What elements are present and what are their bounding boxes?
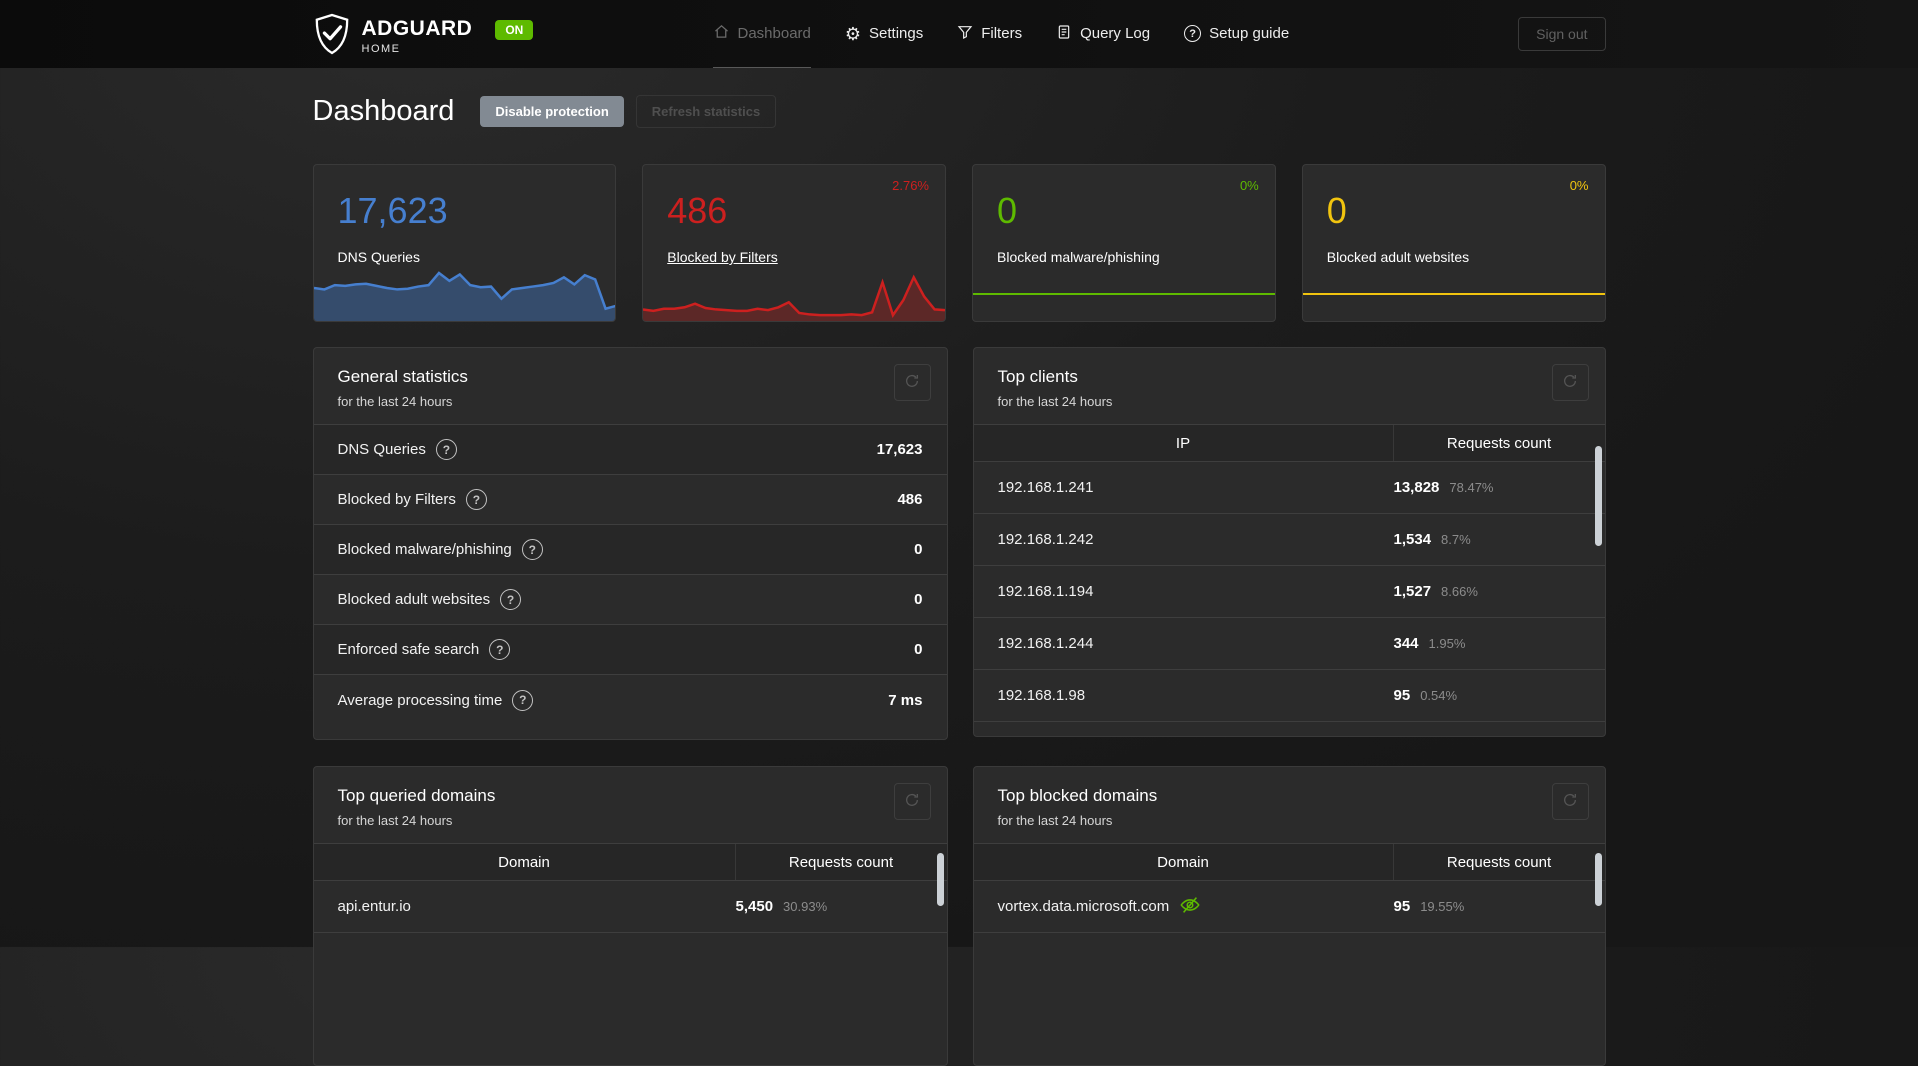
help-icon[interactable] (465, 489, 487, 510)
refresh-button[interactable] (893, 783, 931, 820)
dns-queries-label: DNS Queries (337, 249, 420, 265)
stat-row: Blocked malware/phishing 0 (313, 525, 947, 575)
help-icon[interactable] (512, 689, 534, 711)
eye-off-icon (1179, 894, 1201, 920)
nav-item-dashboard[interactable]: Dashboard (712, 0, 811, 68)
page-title: Dashboard (312, 95, 455, 127)
nav-item-query-log[interactable]: Query Log (1056, 0, 1150, 68)
stat-cards-row: 17,623 DNS Queries 2.76% 486 Blocked by … (312, 164, 1606, 322)
top-queried-domains-title: Top queried domains (337, 786, 496, 805)
blocked-malware-percent: 0% (1239, 178, 1259, 193)
main-nav: Dashboard ⚙ Settings Filters Query Log ?… (712, 0, 1289, 68)
scrollbar-thumb[interactable] (1594, 853, 1602, 906)
dns-queries-value: 17,623 (337, 190, 448, 231)
blocked-filters-link[interactable]: Blocked by Filters (667, 249, 777, 265)
blocked-adult-value: 0 (1326, 190, 1347, 231)
brand-subtitle: HOME (361, 43, 401, 55)
stat-row: DNS Queries 17,623 (313, 425, 947, 475)
top-queried-domains-panel: Top queried domains for the last 24 hour… (312, 766, 948, 1066)
dns-queries-card: 17,623 DNS Queries (312, 164, 617, 322)
table-row: vortex.data.microsoft.com 95 19.55% (973, 881, 1605, 933)
help-icon[interactable] (500, 589, 522, 610)
help-icon[interactable] (521, 539, 543, 560)
nav-item-filters[interactable]: Filters (957, 0, 1022, 68)
help-icon[interactable] (435, 439, 457, 460)
blocked-adult-label: Blocked adult websites (1326, 249, 1470, 265)
blocked-adult-percent: 0% (1569, 178, 1589, 193)
general-statistics-subtitle: for the last 24 hours (337, 394, 453, 409)
gear-icon: ⚙ (844, 23, 862, 44)
dashboard-page: Dashboard Disable protection Refresh sta… (312, 95, 1606, 1066)
disable-protection-button[interactable]: Disable protection (480, 96, 624, 127)
refresh-icon (1562, 373, 1578, 392)
refresh-icon (1562, 792, 1578, 811)
question-icon (1184, 25, 1202, 42)
shield-check-logo-icon (313, 13, 351, 55)
dns-queries-sparkline (313, 265, 616, 321)
funnel-icon (957, 24, 973, 44)
help-icon[interactable] (489, 639, 511, 660)
top-blocked-domains-panel: Top blocked domains for the last 24 hour… (972, 766, 1606, 1066)
stat-row: Blocked adult websites 0 (313, 575, 947, 625)
blocked-malware-value: 0 (997, 190, 1018, 231)
scrollbar-thumb[interactable] (1594, 446, 1602, 546)
general-statistics-title: General statistics (337, 367, 468, 386)
table-row: api.entur.io 5,450 30.93% (313, 881, 947, 933)
refresh-button[interactable] (1551, 783, 1589, 820)
general-statistics-panel: General statistics for the last 24 hours… (312, 347, 948, 740)
blocked-filters-sparkline (643, 265, 946, 321)
top-blocked-domains-title: Top blocked domains (997, 786, 1158, 805)
blocked-malware-label: Blocked malware/phishing (997, 249, 1160, 265)
home-icon (713, 23, 730, 44)
table-row: 192.168.1.242 1,534 8.7% (973, 514, 1605, 566)
scrollbar-thumb[interactable] (936, 853, 944, 906)
nav-item-setup-guide[interactable]: Setup guide (1184, 0, 1289, 68)
refresh-button[interactable] (1551, 364, 1589, 401)
table-row: 192.168.1.98 95 0.54% (973, 670, 1605, 722)
blocked-adult-sparkline (1302, 265, 1605, 321)
stat-row: Blocked by Filters 486 (313, 475, 947, 525)
table-header: IP Requests count (973, 425, 1605, 462)
brand-name: ADGUARD (361, 17, 473, 40)
top-nav-bar: ADGUARD HOME ON Dashboard ⚙ Settings Fil… (0, 0, 1918, 68)
adguard-home-logo[interactable]: ADGUARD HOME ON (313, 13, 534, 55)
refresh-icon (904, 792, 920, 811)
stat-row: Enforced safe search 0 (313, 625, 947, 675)
refresh-icon (904, 373, 920, 392)
top-blocked-domains-subtitle: for the last 24 hours (997, 813, 1113, 828)
refresh-statistics-button[interactable]: Refresh statistics (635, 95, 777, 128)
blocked-malware-sparkline (973, 265, 1275, 321)
blocked-filters-card: 2.76% 486 Blocked by Filters (642, 164, 946, 322)
stat-row: Average processing time 7 ms (314, 675, 947, 725)
nav-item-settings[interactable]: ⚙ Settings (845, 0, 923, 68)
protection-status-badge: ON (495, 20, 534, 40)
table-row: 192.168.1.241 13,828 78.47% (973, 462, 1605, 514)
table-header: Domain Requests count (973, 844, 1605, 881)
table-row: 192.168.1.244 344 1.95% (973, 618, 1605, 670)
top-clients-panel: Top clients for the last 24 hours IP Req… (972, 347, 1606, 737)
sign-out-button[interactable]: Sign out (1518, 17, 1606, 51)
top-queried-domains-subtitle: for the last 24 hours (337, 813, 453, 828)
table-header: Domain Requests count (313, 844, 947, 881)
top-clients-title: Top clients (997, 367, 1078, 386)
document-icon (1056, 24, 1072, 44)
top-clients-subtitle: for the last 24 hours (997, 394, 1113, 409)
table-row: 192.168.1.194 1,527 8.66% (973, 566, 1605, 618)
blocked-filters-percent: 2.76% (892, 178, 929, 193)
blocked-adult-card: 0% 0 Blocked adult websites (1301, 164, 1606, 322)
blocked-filters-value: 486 (667, 190, 728, 231)
refresh-button[interactable] (893, 364, 931, 401)
blocked-malware-card: 0% 0 Blocked malware/phishing (972, 164, 1276, 322)
